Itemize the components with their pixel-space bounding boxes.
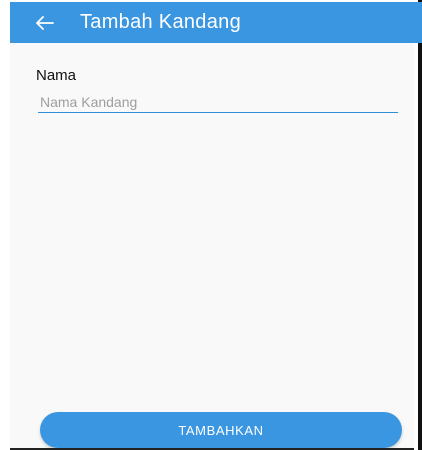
back-button[interactable] <box>24 2 66 43</box>
arrow-left-icon <box>36 15 54 30</box>
name-input[interactable] <box>38 91 398 113</box>
app-bar: Tambah Kandang <box>10 2 422 43</box>
screen: Tambah Kandang Nama TAMBAHKAN <box>0 0 422 450</box>
page-title: Tambah Kandang <box>80 11 241 33</box>
form-content: Nama TAMBAHKAN <box>10 43 414 450</box>
name-label: Nama <box>36 67 77 84</box>
add-button[interactable]: TAMBAHKAN <box>40 412 402 448</box>
